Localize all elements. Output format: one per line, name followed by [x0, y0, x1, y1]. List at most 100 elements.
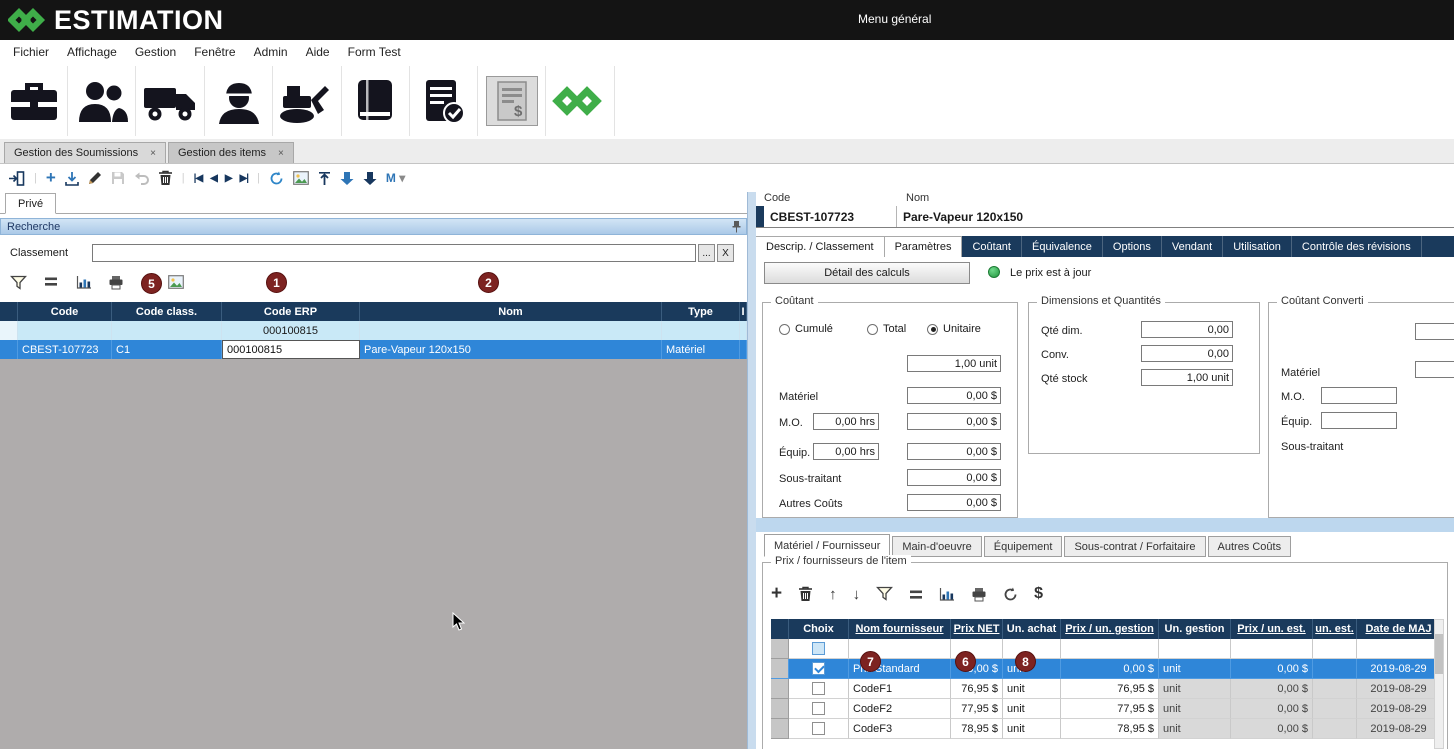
- download-icon[interactable]: [340, 171, 354, 186]
- col-header-prix-net[interactable]: Prix NET: [951, 619, 1003, 639]
- chart-icon[interactable]: [76, 275, 92, 293]
- autres-couts-cost-field[interactable]: 0,00 $: [907, 494, 1001, 511]
- clipboard-check-icon[interactable]: [410, 66, 478, 136]
- cell-code[interactable]: CBEST-107723: [18, 340, 112, 359]
- radio-icon-selected[interactable]: [927, 324, 938, 335]
- cell-choix[interactable]: [789, 699, 849, 719]
- cell-next[interactable]: [740, 340, 747, 359]
- cell-code-class[interactable]: C1: [112, 340, 222, 359]
- row-header-cell[interactable]: [771, 719, 789, 739]
- menu-form-test[interactable]: Form Test: [339, 42, 410, 62]
- move-up-icon[interactable]: ↑: [829, 586, 837, 603]
- tab-materiel-fournisseur-active[interactable]: Matériel / Fournisseur: [764, 534, 890, 557]
- cell-un-est[interactable]: [1313, 659, 1357, 679]
- edit-icon[interactable]: [88, 171, 102, 185]
- cell-code-erp-editing[interactable]: 000100815: [222, 340, 360, 359]
- row-header-cell[interactable]: [771, 679, 789, 699]
- filter-cell[interactable]: [1159, 639, 1231, 659]
- cell-un-gestion[interactable]: unit: [1159, 679, 1231, 699]
- export-icon[interactable]: [318, 171, 331, 186]
- clear-filter-icon[interactable]: [44, 275, 58, 291]
- refresh-icon[interactable]: [269, 171, 284, 186]
- cell-prix-net[interactable]: 78,95 $: [951, 719, 1003, 739]
- cell-nom-fournisseur[interactable]: CodeF1: [849, 679, 951, 699]
- converti-equip-field[interactable]: [1321, 412, 1397, 429]
- tab-equivalence[interactable]: Équivalence: [1022, 236, 1103, 257]
- col-header-nom[interactable]: Nom: [360, 302, 662, 321]
- converti-mo-field[interactable]: [1321, 387, 1397, 404]
- cell-prix-un-gestion[interactable]: 76,95 $: [1061, 679, 1159, 699]
- cell-prix-un-est[interactable]: 0,00 $: [1231, 679, 1313, 699]
- radio-icon[interactable]: [867, 324, 878, 335]
- tab-controle-des-revisions[interactable]: Contrôle des révisions: [1292, 236, 1422, 257]
- cell-un-achat[interactable]: unit: [1003, 679, 1061, 699]
- delete-icon[interactable]: [158, 170, 173, 186]
- tab-descrip-classement[interactable]: Descrip. / Classement: [756, 236, 885, 257]
- radio-unitaire[interactable]: Unitaire: [927, 323, 981, 335]
- download-all-icon[interactable]: [363, 171, 377, 186]
- cell-un-gestion[interactable]: unit: [1159, 699, 1231, 719]
- table-row-codef1[interactable]: CodeF1 76,95 $ unit 76,95 $ unit 0,00 $ …: [771, 679, 1441, 699]
- filter-icon[interactable]: [876, 586, 893, 602]
- tab-equipement[interactable]: Équipement: [984, 536, 1063, 557]
- qty-unit-field[interactable]: 1,00 unit: [907, 355, 1001, 372]
- col-header-prix-un-gestion[interactable]: Prix / un. gestion: [1061, 619, 1159, 639]
- cell-un-achat[interactable]: unit: [1003, 719, 1061, 739]
- row-header-cell[interactable]: [771, 699, 789, 719]
- checkbox[interactable]: [812, 722, 825, 735]
- print-icon[interactable]: [971, 587, 987, 602]
- price-icon[interactable]: $: [1034, 585, 1043, 603]
- tab-prive[interactable]: Privé: [5, 193, 56, 214]
- table-row-selected[interactable]: CBEST-107723 C1 000100815 Pare-Vapeur 12…: [0, 340, 747, 359]
- cell-prix-net[interactable]: 76,95 $: [951, 679, 1003, 699]
- checkbox[interactable]: [812, 682, 825, 695]
- tab-options[interactable]: Options: [1103, 236, 1162, 257]
- cell-prix-un-gestion[interactable]: 78,95 $: [1061, 719, 1159, 739]
- col-header-un-est[interactable]: un. est.: [1313, 619, 1357, 639]
- menu-fichier[interactable]: Fichier: [4, 42, 58, 62]
- nav-prev-icon[interactable]: ◀: [210, 173, 217, 184]
- col-header-choix[interactable]: Choix: [789, 619, 849, 639]
- menu-fenetre[interactable]: Fenêtre: [185, 42, 244, 62]
- radio-icon[interactable]: [779, 324, 790, 335]
- pin-icon[interactable]: [731, 220, 742, 236]
- filter-cell-type[interactable]: [662, 321, 740, 340]
- materiel-cost-field[interactable]: 0,00 $: [907, 387, 1001, 404]
- book-icon[interactable]: [342, 66, 410, 136]
- filter-cell[interactable]: [1231, 639, 1313, 659]
- filter-cell[interactable]: [1313, 639, 1357, 659]
- cell-date-de-maj[interactable]: 2019-08-29: [1357, 679, 1441, 699]
- menu-gestion[interactable]: Gestion: [126, 42, 185, 62]
- toolbox-icon[interactable]: [0, 66, 68, 136]
- cell-choix[interactable]: [789, 719, 849, 739]
- qte-dim-field[interactable]: 0,00: [1141, 321, 1233, 338]
- image-icon[interactable]: [293, 171, 309, 185]
- refresh-icon[interactable]: [1003, 587, 1018, 602]
- equip-hours-field[interactable]: 0,00 hrs: [813, 443, 879, 460]
- row-header-cell[interactable]: [771, 659, 789, 679]
- tab-sous-contrat-forfaitaire[interactable]: Sous-contrat / Forfaitaire: [1064, 536, 1205, 557]
- tab-parametres[interactable]: Paramètres: [885, 236, 963, 257]
- filter-cell[interactable]: [1357, 639, 1441, 659]
- table-row-codef3[interactable]: CodeF3 78,95 $ unit 78,95 $ unit 0,00 $ …: [771, 719, 1441, 739]
- checkbox-checked[interactable]: [812, 662, 825, 675]
- estimation-logo-icon[interactable]: [546, 66, 615, 136]
- nav-next-icon[interactable]: ▶: [225, 173, 232, 184]
- cell-prix-un-gestion[interactable]: 0,00 $: [1061, 659, 1159, 679]
- add-icon[interactable]: +: [771, 583, 782, 605]
- cell-prix-un-gestion[interactable]: 77,95 $: [1061, 699, 1159, 719]
- cell-un-achat[interactable]: unit: [1003, 699, 1061, 719]
- col-header-code[interactable]: Code: [18, 302, 112, 321]
- equip-cost-field[interactable]: 0,00 $: [907, 443, 1001, 460]
- chart-icon[interactable]: [939, 587, 955, 602]
- menu-admin[interactable]: Admin: [245, 42, 297, 62]
- classement-browse-button[interactable]: ...: [698, 244, 715, 262]
- detail-calculs-button[interactable]: Détail des calculs: [764, 262, 970, 284]
- col-header-next[interactable]: I: [740, 302, 747, 321]
- undo-icon[interactable]: [134, 172, 149, 185]
- col-header-un-achat[interactable]: Un. achat: [1003, 619, 1061, 639]
- vertical-scrollbar[interactable]: [1434, 619, 1444, 749]
- nav-first-icon[interactable]: |◀: [194, 173, 203, 184]
- cell-date-de-maj[interactable]: 2019-08-29: [1357, 719, 1441, 739]
- delete-icon[interactable]: [798, 586, 813, 602]
